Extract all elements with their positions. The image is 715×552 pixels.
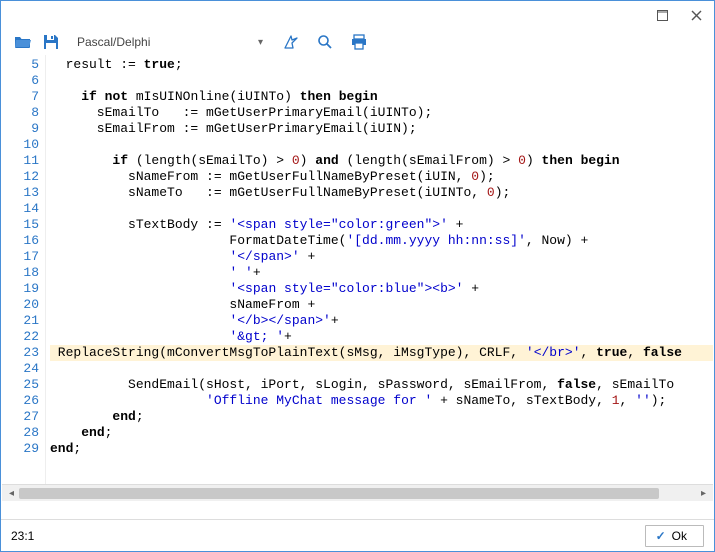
line-number: 25 xyxy=(2,377,39,393)
code-line[interactable]: sNameFrom := mGetUserFullNameByPreset(iU… xyxy=(50,169,713,185)
line-number: 6 xyxy=(2,73,39,89)
scroll-right-icon[interactable]: ▸ xyxy=(696,486,711,501)
code-line[interactable]: if not mIsUINOnline(iUINTo) then begin xyxy=(50,89,713,105)
status-bar: 23:1 ✓ Ok xyxy=(1,519,714,551)
code-line[interactable] xyxy=(50,201,713,217)
toolbar: Pascal/Delphi ▾ xyxy=(1,29,714,55)
code-line[interactable] xyxy=(50,361,713,377)
scrollbar-thumb[interactable] xyxy=(19,488,659,499)
code-line[interactable]: sEmailFrom := mGetUserPrimaryEmail(iUIN)… xyxy=(50,121,713,137)
code-line[interactable]: '<span style="color:blue"><b>' + xyxy=(50,281,713,297)
language-selector[interactable]: Pascal/Delphi ▾ xyxy=(77,35,267,49)
code-line[interactable]: SendEmail(sHost, iPort, sLogin, sPasswor… xyxy=(50,377,713,393)
code-line[interactable]: 'Offline MyChat message for ' + sNameTo,… xyxy=(50,393,713,409)
code-line[interactable]: FormatDateTime('[dd.mm.yyyy hh:nn:ss]', … xyxy=(50,233,713,249)
code-line[interactable]: '&gt; '+ xyxy=(50,329,713,345)
code-line[interactable] xyxy=(50,137,713,153)
save-icon[interactable] xyxy=(41,32,61,52)
line-number: 28 xyxy=(2,425,39,441)
line-number: 14 xyxy=(2,201,39,217)
line-number: 29 xyxy=(2,441,39,457)
code-line[interactable]: '</span>' + xyxy=(50,249,713,265)
line-number: 23 xyxy=(2,345,39,361)
chevron-down-icon: ▾ xyxy=(258,37,263,48)
close-icon[interactable] xyxy=(686,5,706,25)
scroll-left-icon[interactable]: ◂ xyxy=(4,486,19,501)
line-number: 18 xyxy=(2,265,39,281)
line-number: 10 xyxy=(2,137,39,153)
horizontal-scrollbar[interactable]: ◂ ▸ xyxy=(2,484,713,501)
line-number: 8 xyxy=(2,105,39,121)
code-line[interactable]: sNameFrom + xyxy=(50,297,713,313)
line-number: 13 xyxy=(2,185,39,201)
cursor-position: 23:1 xyxy=(11,529,34,543)
run-icon[interactable] xyxy=(281,32,301,52)
line-number: 7 xyxy=(2,89,39,105)
code-line[interactable]: '</b></span>'+ xyxy=(50,313,713,329)
code-line[interactable]: result := true; xyxy=(50,57,713,73)
ok-button-label: Ok xyxy=(672,529,687,543)
line-number: 19 xyxy=(2,281,39,297)
line-number: 24 xyxy=(2,361,39,377)
window-titlebar xyxy=(1,1,714,29)
line-number: 5 xyxy=(2,57,39,73)
language-label: Pascal/Delphi xyxy=(77,35,150,49)
code-editor[interactable]: 5678910111213141516171819202122232425262… xyxy=(2,55,713,484)
line-number: 9 xyxy=(2,121,39,137)
line-number: 11 xyxy=(2,153,39,169)
line-number-gutter: 5678910111213141516171819202122232425262… xyxy=(2,55,46,484)
line-number: 12 xyxy=(2,169,39,185)
code-line[interactable]: end; xyxy=(50,441,713,457)
search-icon[interactable] xyxy=(315,32,335,52)
line-number: 16 xyxy=(2,233,39,249)
folder-open-icon[interactable] xyxy=(13,32,33,52)
check-icon: ✓ xyxy=(656,529,666,543)
code-line[interactable]: sTextBody := '<span style="color:green">… xyxy=(50,217,713,233)
maximize-icon[interactable] xyxy=(652,5,672,25)
line-number: 17 xyxy=(2,249,39,265)
code-line[interactable]: sEmailTo := mGetUserPrimaryEmail(iUINTo)… xyxy=(50,105,713,121)
code-line[interactable]: sNameTo := mGetUserFullNameByPreset(iUIN… xyxy=(50,185,713,201)
line-number: 26 xyxy=(2,393,39,409)
code-area[interactable]: result := true; if not mIsUINOnline(iUIN… xyxy=(46,55,713,484)
line-number: 22 xyxy=(2,329,39,345)
line-number: 20 xyxy=(2,297,39,313)
code-line[interactable] xyxy=(50,73,713,89)
code-line[interactable]: ReplaceString(mConvertMsgToPlainText(sMs… xyxy=(50,345,713,361)
code-line[interactable]: end; xyxy=(50,409,713,425)
line-number: 21 xyxy=(2,313,39,329)
code-line[interactable]: end; xyxy=(50,425,713,441)
code-line[interactable]: if (length(sEmailTo) > 0) and (length(sE… xyxy=(50,153,713,169)
editor-container: 5678910111213141516171819202122232425262… xyxy=(2,55,713,501)
print-icon[interactable] xyxy=(349,32,369,52)
code-line[interactable]: ' '+ xyxy=(50,265,713,281)
ok-button[interactable]: ✓ Ok xyxy=(645,525,704,547)
scrollbar-track[interactable] xyxy=(19,486,696,501)
line-number: 27 xyxy=(2,409,39,425)
line-number: 15 xyxy=(2,217,39,233)
